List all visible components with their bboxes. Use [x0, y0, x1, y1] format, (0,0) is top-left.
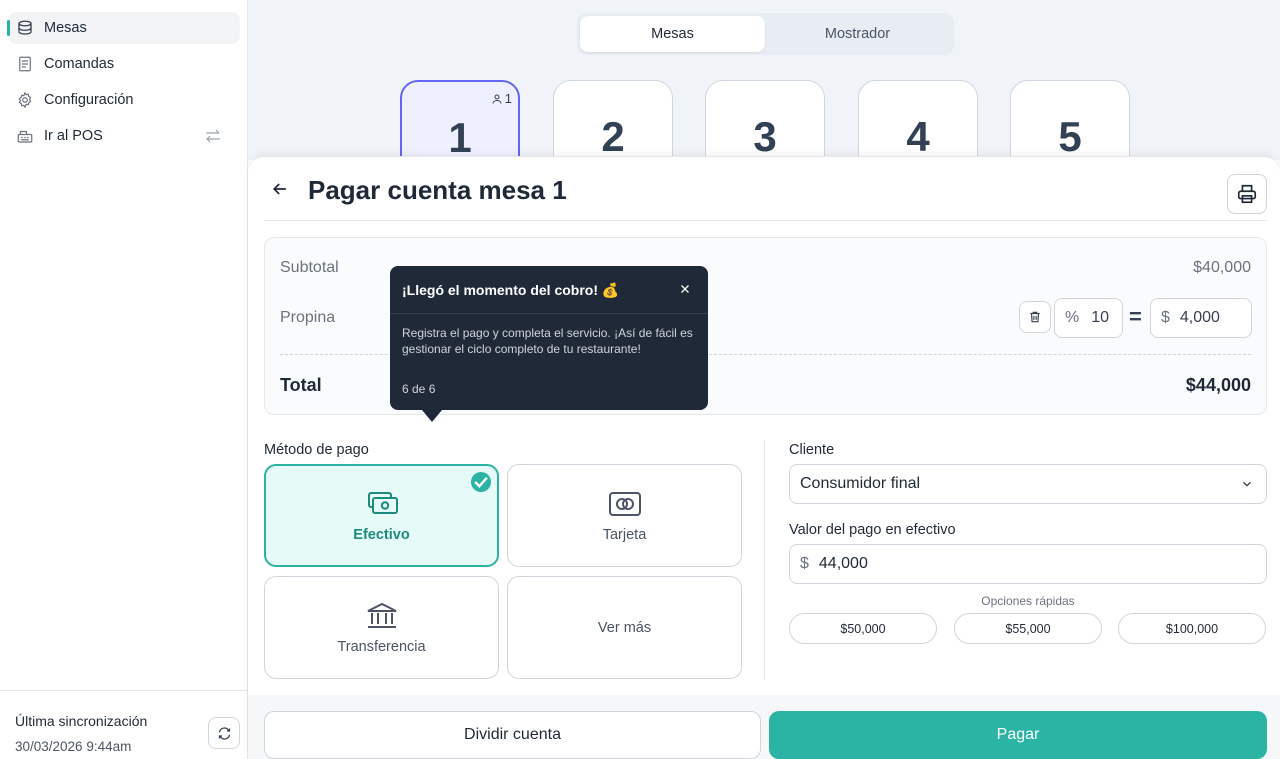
sync-time: 30/03/2026 9:44am	[15, 739, 132, 754]
guest-count: 1	[491, 91, 512, 106]
printer-icon	[1237, 184, 1257, 204]
sidebar-item-mesas[interactable]: Mesas	[7, 12, 240, 44]
register-icon	[17, 130, 33, 143]
user-icon	[492, 94, 502, 104]
action-footer: Dividir cuenta Pagar	[248, 695, 1280, 759]
sidebar-item-label: Configuración	[44, 92, 134, 108]
layers-icon	[18, 20, 32, 35]
payment-method-label: Ver más	[597, 619, 652, 636]
sidebar-item-label: Ir al POS	[44, 128, 103, 144]
sync-section: Última sincronización 30/03/2026 9:44am	[0, 690, 248, 759]
client-select[interactable]: Consumidor final	[789, 464, 1267, 504]
tooltip-step: 6 de 6	[402, 382, 436, 396]
client-value: Consumidor final	[800, 475, 921, 492]
print-button[interactable]	[1227, 174, 1267, 214]
refresh-icon	[218, 726, 230, 740]
tip-percent-value: 10	[1091, 309, 1110, 326]
payment-method-label: Transferencia	[337, 638, 426, 655]
payment-method-tarjeta[interactable]: Tarjeta	[507, 464, 742, 567]
tip-label: Propina	[280, 309, 336, 326]
sidebar-item-ir-al-pos[interactable]: Ir al POS	[8, 120, 240, 152]
client-label: Cliente	[789, 442, 835, 458]
swap-arrows-icon	[206, 129, 220, 143]
chevron-down-icon	[1243, 481, 1251, 487]
payment-method-efectivo[interactable]: Efectivo	[264, 464, 499, 567]
payment-method-label: Método de pago	[264, 442, 369, 458]
vertical-divider	[764, 440, 765, 680]
trash-icon	[1030, 311, 1040, 323]
pay-button[interactable]: Pagar	[769, 711, 1267, 759]
page-title: Pagar cuenta mesa 1	[308, 175, 567, 205]
payment-method-ver-mas[interactable]: Ver más	[507, 576, 742, 679]
subtotal-value: $40,000	[1193, 259, 1251, 276]
payment-method-label: Efectivo	[353, 526, 410, 543]
remove-tip-button[interactable]	[1019, 301, 1051, 333]
subtotal-label: Subtotal	[280, 259, 339, 276]
view-toggle: Mesas Mostrador	[577, 13, 954, 55]
currency-symbol: $	[800, 555, 809, 572]
quick-option-button[interactable]: $55,000	[954, 613, 1102, 644]
tip-amount-value: 4,000	[1179, 309, 1220, 326]
card-icon	[608, 491, 641, 516]
sync-label: Última sincronización	[15, 713, 148, 729]
sidebar-item-label: Comandas	[44, 56, 115, 72]
tip-percent-input[interactable]: % 10	[1054, 298, 1123, 338]
close-icon[interactable]	[678, 282, 692, 296]
sidebar-item-configuracion[interactable]: Configuración	[8, 84, 240, 116]
total-label: Total	[280, 375, 322, 395]
percent-symbol: %	[1065, 309, 1080, 326]
tooltip-divider	[390, 313, 708, 314]
gear-icon	[18, 91, 32, 109]
payment-method-transferencia[interactable]: Transferencia	[264, 576, 499, 679]
bank-icon	[367, 602, 396, 628]
cash-amount-value: 44,000	[818, 555, 868, 572]
onboarding-tooltip: ¡Llegó el momento del cobro! 💰 Registra …	[390, 266, 708, 422]
tip-amount-input[interactable]: $ 4,000	[1150, 298, 1252, 338]
tooltip-body: Registra el pago y completa el servicio.…	[402, 326, 693, 356]
quick-option-button[interactable]: $50,000	[789, 613, 937, 644]
checkmark-icon	[471, 472, 491, 492]
cash-amount-input[interactable]: $ 44,000	[789, 544, 1267, 584]
payment-panel: Pagar cuenta mesa 1 Subtotal $40,000 Pro…	[248, 156, 1280, 759]
equals-sign: =	[1129, 304, 1142, 329]
currency-symbol: $	[1161, 309, 1170, 326]
tooltip-title: ¡Llegó el momento del cobro! 💰	[402, 282, 620, 298]
back-arrow-icon[interactable]	[270, 179, 290, 199]
tab-mostrador[interactable]: Mostrador	[765, 16, 950, 52]
cash-amount-label: Valor del pago en efectivo	[789, 522, 956, 538]
quick-option-button[interactable]: $100,000	[1118, 613, 1266, 644]
sidebar: Mesas Comandas Configuración Ir al POS Ú…	[0, 0, 248, 759]
divider	[264, 220, 1267, 221]
sidebar-item-label: Mesas	[44, 20, 87, 36]
payment-method-label: Tarjeta	[602, 526, 647, 543]
split-bill-button[interactable]: Dividir cuenta	[264, 711, 761, 759]
sync-button[interactable]	[208, 717, 240, 749]
cash-icon	[367, 491, 398, 514]
sidebar-item-comandas[interactable]: Comandas	[8, 48, 240, 80]
total-value: $44,000	[1185, 375, 1251, 395]
tab-mesas[interactable]: Mesas	[580, 16, 765, 52]
receipt-icon	[19, 56, 31, 72]
quick-options-label: Opciones rápidas	[981, 594, 1075, 608]
